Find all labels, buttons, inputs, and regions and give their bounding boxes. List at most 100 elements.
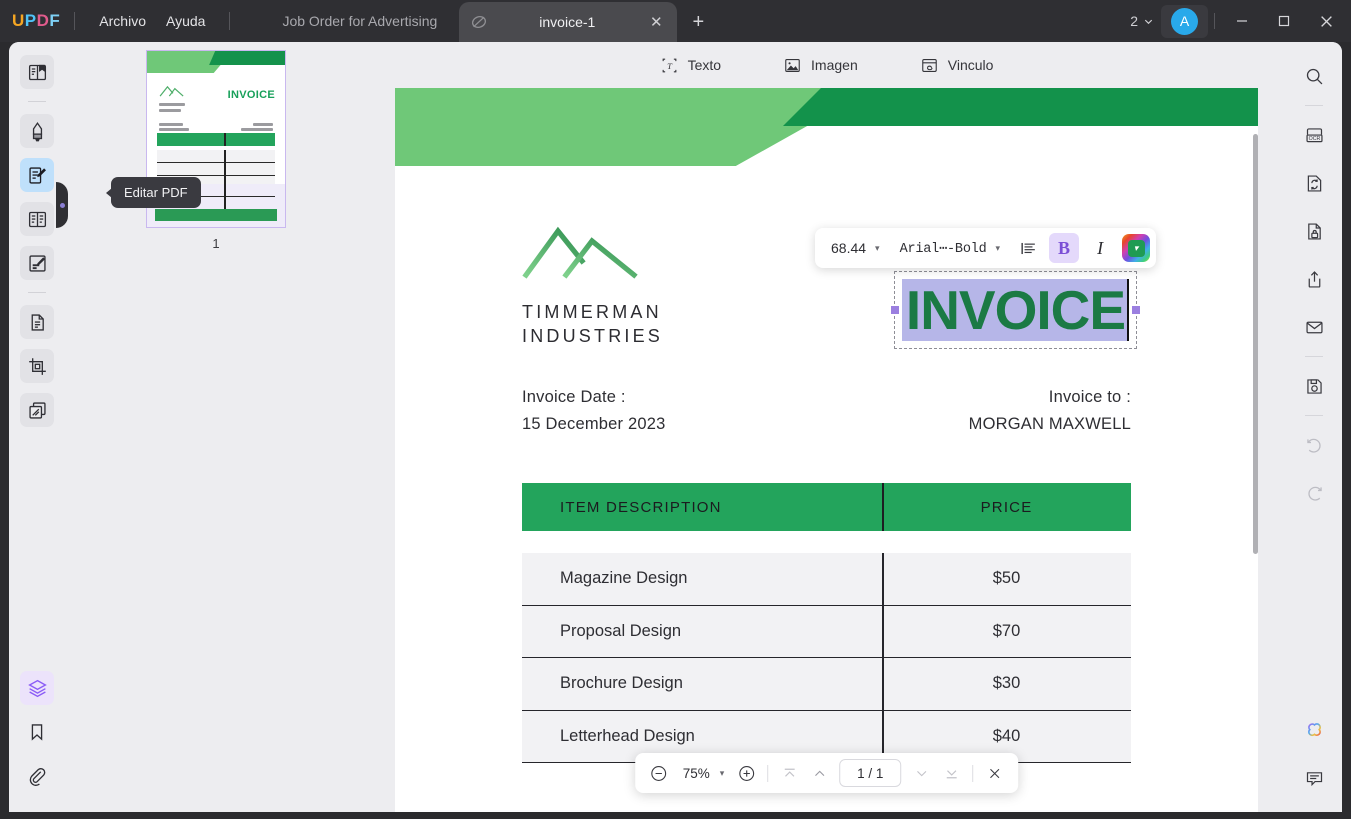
text-color-button[interactable]: ▾ bbox=[1122, 234, 1151, 262]
redo-button[interactable] bbox=[1297, 476, 1331, 510]
sidebar-item-reader[interactable] bbox=[20, 55, 54, 89]
band-dark-green bbox=[783, 88, 1258, 126]
edit-tool-imagen[interactable]: Imagen bbox=[775, 51, 866, 80]
font-size-dropdown[interactable]: 68.44 ▾ bbox=[821, 240, 890, 256]
table-header-price: PRICE bbox=[980, 498, 1033, 516]
table-cell-price: $70 bbox=[992, 621, 1021, 640]
document-tab-invoice-1[interactable]: invoice-1 ✕ bbox=[459, 2, 678, 42]
document-tab-strip: Job Order for Advertising invoice-1 ✕ + bbox=[260, 0, 713, 42]
window-count-dropdown[interactable]: 2 bbox=[1123, 10, 1161, 32]
sidebar-item-annotate[interactable] bbox=[20, 114, 54, 148]
sidebar-item-bookmark[interactable] bbox=[20, 715, 54, 749]
document-tab-job-order[interactable]: Job Order for Advertising bbox=[260, 0, 459, 42]
table-row[interactable]: Magazine Design $50 bbox=[522, 553, 1131, 606]
save-button[interactable] bbox=[1297, 369, 1331, 403]
layers-icon bbox=[27, 679, 47, 697]
brand-line-2: INDUSTRIES bbox=[522, 326, 664, 347]
sidebar-item-edit-pdf[interactable] bbox=[20, 158, 54, 192]
right-toolbar-rail: OCR bbox=[1286, 42, 1342, 812]
invoice-heading-text: INVOICE bbox=[905, 278, 1126, 341]
email-button[interactable] bbox=[1297, 310, 1331, 344]
panel-collapse-handle[interactable] bbox=[56, 182, 68, 228]
sidebar-item-attachment[interactable] bbox=[20, 759, 54, 793]
bookmark-icon bbox=[31, 724, 43, 741]
chevron-down-icon[interactable]: ▾ bbox=[720, 768, 731, 779]
pdf-page[interactable]: TIMMERMAN INDUSTRIES 68.44 ▾ Arial⋯-Bold… bbox=[395, 88, 1258, 812]
table-cell-item: Proposal Design bbox=[560, 621, 682, 640]
document-viewer: T Texto Imagen Vinculo TIMMERMAN INDUSTR… bbox=[367, 42, 1286, 812]
search-button[interactable] bbox=[1297, 59, 1331, 93]
ai-assistant-icon bbox=[1307, 722, 1321, 736]
logo-letter-d: D bbox=[36, 11, 50, 30]
logo-letter-u: U bbox=[12, 11, 25, 30]
close-window-button[interactable] bbox=[1305, 0, 1347, 42]
rail-divider bbox=[28, 101, 46, 102]
zoom-out-button[interactable] bbox=[645, 759, 673, 787]
italic-button[interactable]: I bbox=[1085, 233, 1115, 263]
close-icon[interactable]: ✕ bbox=[645, 11, 667, 33]
comment-button[interactable] bbox=[1297, 761, 1331, 795]
resize-handle-left[interactable] bbox=[891, 306, 899, 314]
edit-tool-label: Imagen bbox=[811, 57, 858, 73]
table-cell-item: Magazine Design bbox=[560, 569, 688, 588]
ai-assistant-button[interactable] bbox=[1297, 713, 1331, 747]
selected-text-box[interactable]: INVOICE bbox=[891, 271, 1140, 349]
last-page-button[interactable] bbox=[937, 759, 965, 787]
align-left-button[interactable] bbox=[1013, 233, 1043, 263]
paperclip-icon bbox=[29, 767, 46, 786]
sidebar-item-layers[interactable] bbox=[20, 671, 54, 705]
first-page-icon bbox=[784, 768, 795, 777]
chevron-down-icon: ▾ bbox=[995, 242, 1001, 253]
sidebar-item-page-tools[interactable] bbox=[20, 202, 54, 236]
sidebar-item-compare[interactable] bbox=[20, 393, 54, 427]
table-header-divider bbox=[882, 483, 884, 531]
invoice-to-value: MORGAN MAXWELL bbox=[968, 415, 1131, 433]
prev-page-button[interactable] bbox=[805, 759, 833, 787]
page-indicator[interactable]: 1 / 1 bbox=[839, 759, 902, 787]
book-reader-icon bbox=[28, 64, 46, 80]
undo-button[interactable] bbox=[1297, 428, 1331, 462]
table-row[interactable]: Brochure Design $30 bbox=[522, 658, 1131, 711]
close-zoombar-button[interactable] bbox=[980, 759, 1008, 787]
window-controls-group: 2 A bbox=[1123, 0, 1351, 42]
sidebar-item-crop[interactable] bbox=[20, 349, 54, 383]
edit-tool-label: Texto bbox=[687, 57, 722, 73]
tab-label: Job Order for Advertising bbox=[282, 13, 438, 29]
edit-tool-texto[interactable]: T Texto bbox=[652, 51, 729, 80]
bold-button[interactable]: B bbox=[1049, 233, 1080, 263]
menu-archivo[interactable]: Archivo bbox=[89, 9, 156, 33]
ocr-button[interactable]: OCR bbox=[1297, 118, 1331, 152]
save-icon bbox=[1306, 378, 1322, 394]
resize-handle-right[interactable] bbox=[1132, 306, 1140, 314]
zoom-in-button[interactable] bbox=[732, 759, 760, 787]
next-page-button[interactable] bbox=[907, 759, 935, 787]
first-page-button[interactable] bbox=[775, 759, 803, 787]
table-cell-price: $50 bbox=[992, 569, 1021, 588]
search-icon bbox=[1306, 68, 1322, 84]
account-button[interactable]: A bbox=[1161, 4, 1208, 38]
sidebar-item-form[interactable] bbox=[20, 246, 54, 280]
page-scrollbar[interactable] bbox=[1253, 134, 1258, 554]
tab-label: invoice-1 bbox=[539, 14, 596, 30]
protect-button[interactable] bbox=[1297, 214, 1331, 248]
minimize-button[interactable] bbox=[1221, 0, 1263, 42]
font-family-dropdown[interactable]: Arial⋯-Bold ▾ bbox=[890, 240, 1010, 257]
menu-ayuda[interactable]: Ayuda bbox=[156, 9, 215, 33]
prev-page-icon bbox=[814, 770, 824, 776]
maximize-button[interactable] bbox=[1263, 0, 1305, 42]
align-left-icon bbox=[1021, 242, 1035, 254]
share-button[interactable] bbox=[1297, 262, 1331, 296]
right-rail-divider-2 bbox=[1305, 356, 1323, 357]
convert-button[interactable] bbox=[1297, 166, 1331, 200]
edit-tool-vinculo[interactable]: Vinculo bbox=[912, 51, 1002, 80]
title-bar: UPDF Archivo Ayuda Job Order for Adverti… bbox=[0, 0, 1351, 42]
zoom-toolbar: 75% ▾ 1 / 1 bbox=[634, 753, 1019, 793]
zoom-level-label[interactable]: 75% bbox=[675, 766, 718, 781]
invoice-header-band bbox=[395, 88, 1258, 166]
sidebar-item-convert[interactable] bbox=[20, 305, 54, 339]
redo-icon bbox=[1307, 486, 1322, 501]
table-row[interactable]: Proposal Design $70 bbox=[522, 605, 1131, 658]
new-tab-button[interactable]: + bbox=[683, 7, 713, 37]
band-light-green bbox=[395, 88, 875, 166]
invoice-to-label: Invoice to : bbox=[1048, 388, 1131, 406]
